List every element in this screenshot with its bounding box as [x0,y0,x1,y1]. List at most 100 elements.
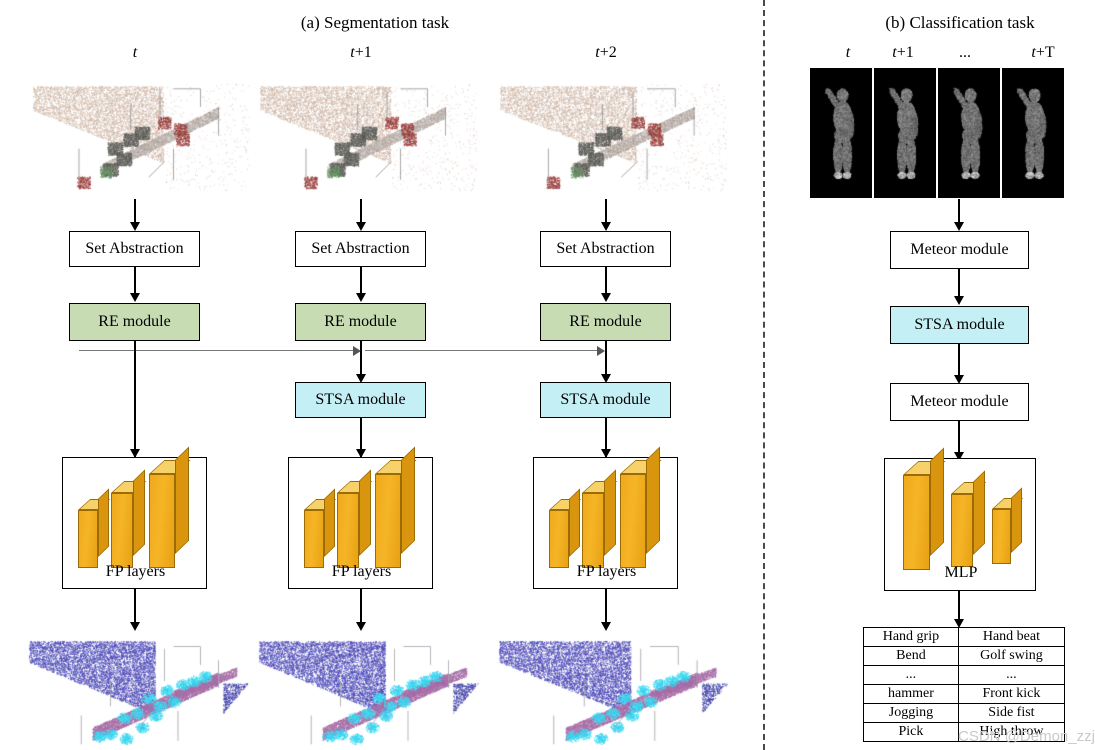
arrow-input-to-sa-2 [605,199,607,224]
seg-fp-layers-box-2[interactable]: FP layers [533,446,678,589]
figure-canvas: (a) Segmentation task (b) Classification… [0,0,1095,750]
seg-set-abstraction-label-0: Set Abstraction [85,240,184,257]
class-label-table[interactable]: Hand grip Hand beat Bend Golf swing...... ha… [863,627,1066,742]
cls-time-label-1: t+1 [878,44,928,62]
fp-slab-face-1-0 [304,510,324,568]
arrow-sa-to-re-2 [605,267,607,294]
fp-slab-side-1-2 [401,446,415,554]
fp-slab-face-0-1 [111,493,133,568]
cross-arrow-t-to-t1 [79,350,355,352]
fp-slab-1-2 [375,446,417,568]
fp-slab-2-0 [549,488,582,568]
seg-set-abstraction-box-2[interactable]: Set Abstraction [540,231,671,267]
class-table-cell: Bend [863,646,959,666]
silhouette-frame-tT [1002,68,1064,198]
arrow-meteor1-to-stsa [958,269,960,299]
seg-time-label-2: t+2 [566,44,646,62]
mlp-slab-side-0 [930,447,944,556]
mlp-slab-face-1 [951,494,973,567]
fp-slab-0-0 [78,488,111,568]
cls-time-label-2: ... [940,44,990,62]
class-table-row: ...... [863,665,1066,685]
class-table-cell: ... [957,665,1066,685]
seg-set-abstraction-label-2: Set Abstraction [556,240,655,257]
seg-set-abstraction-box-0[interactable]: Set Abstraction [69,231,200,267]
seg-stsa-module-label-1: STSA module [315,391,406,408]
class-label-table-body: Hand grip Hand beat Bend Golf swing...... ha… [863,627,1066,742]
arrowhead-frames-to-meteor1 [954,222,964,231]
arrow-sa-to-re-1 [360,267,362,294]
arrowhead-sa-to-re-0 [130,293,140,302]
seg-re-module-box-2[interactable]: RE module [540,303,671,341]
fp-slab-0-1 [111,469,147,568]
fp-slab-side-1-0 [324,488,335,557]
cls-meteor-module-box-1[interactable]: Meteor module [890,231,1029,269]
class-table-row: Bend Golf swing [863,646,1066,666]
output-segmentation-t [25,635,250,750]
panel-b-title: (b) Classification task [885,13,1035,32]
seg-fp-layers-box-1[interactable]: FP layers [288,446,433,589]
arrowhead-fp2-to-out2 [601,622,611,631]
seg-re-module-box-1[interactable]: RE module [295,303,426,341]
cls-meteor-module-label-2: Meteor module [910,393,1009,410]
input-point-cloud-t2 [492,68,727,198]
panel-divider [763,0,765,750]
cls-time-suffix-2: ... [959,44,971,61]
seg-time-suffix-1: +1 [354,44,372,61]
cls-mlp-box[interactable]: MLP [884,447,1036,591]
cls-stsa-module-box[interactable]: STSA module [890,306,1029,344]
cls-time-suffix-3: +T [1035,44,1055,61]
seg-fp-layers-label-1: FP layers [331,563,392,580]
fp-slab-face-0-2 [149,474,175,568]
arrowhead-input-to-sa-2 [601,222,611,231]
cls-time-base-0: t [845,44,851,61]
seg-re-module-box-0[interactable]: RE module [69,303,200,341]
arrowhead-input-to-sa-1 [356,222,366,231]
seg-time-label-1: t+1 [321,44,401,62]
cls-stsa-module-label: STSA module [914,316,1005,333]
seg-time-label-0: t [95,44,175,62]
class-table-cell: Front kick [957,684,1066,704]
mlp-slab-side-2 [1011,487,1022,553]
arrowhead-fp1-to-out1 [356,622,366,631]
arrow-sa-to-re-0 [134,267,136,294]
fp-slab-0-2 [149,446,191,568]
fp-slab-side-0-0 [98,488,109,557]
class-table-cell: Golf swing [957,646,1066,666]
fp-slab-side-2-1 [604,469,616,556]
fp-slab-2-1 [582,469,618,568]
mlp-slab-0 [903,447,946,570]
fp-slab-1-1 [337,469,373,568]
cls-meteor-module-box-2[interactable]: Meteor module [890,383,1029,421]
seg-fp-layers-label-0: FP layers [105,563,166,580]
seg-re-module-label-2: RE module [569,313,642,330]
fp-slab-face-1-1 [337,493,359,568]
arrow-input-to-sa-0 [134,199,136,224]
output-segmentation-t2 [495,635,730,750]
arrowhead-meteor1-to-stsa [954,296,964,305]
fp-slab-side-0-1 [133,469,145,556]
arrowhead-sa-to-re-2 [601,293,611,302]
fp-slab-2-2 [620,446,662,568]
input-point-cloud-t1 [252,68,477,198]
arrow-re0-to-fp0 [134,341,136,458]
mlp-slab-face-0 [903,475,930,570]
class-table-row: hammer Front kick [863,684,1066,704]
seg-fp-layers-box-0[interactable]: FP layers [62,446,207,589]
fp-slab-face-2-1 [582,493,604,568]
seg-stsa-module-label-2: STSA module [560,391,651,408]
seg-stsa-module-box-1[interactable]: STSA module [295,382,426,418]
seg-fp-layers-label-2: FP layers [576,563,637,580]
fp-slab-side-2-2 [646,446,660,554]
seg-re-module-label-1: RE module [324,313,397,330]
seg-set-abstraction-box-1[interactable]: Set Abstraction [295,231,426,267]
cls-mlp-label: MLP [944,564,978,581]
output-segmentation-t1 [255,635,480,750]
seg-stsa-module-box-2[interactable]: STSA module [540,382,671,418]
silhouette-frame-t1 [874,68,936,198]
mlp-slab-2 [992,487,1024,564]
arrow-input-to-sa-1 [360,199,362,224]
class-table-row: Hand grip Hand beat [863,627,1066,647]
seg-set-abstraction-label-1: Set Abstraction [311,240,410,257]
fp-slab-face-1-2 [375,474,401,568]
